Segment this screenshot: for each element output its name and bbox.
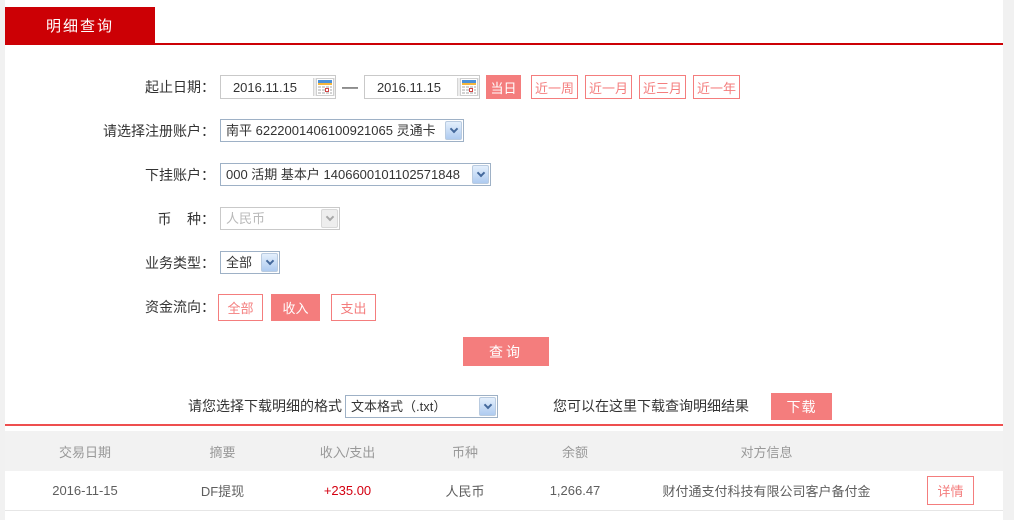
cell-amount: +235.00 [323,483,372,498]
detail-button[interactable]: 详情 [927,476,974,505]
table-row: 2016-11-15 DF提现 +235.00 人民币 1,266.47 财付通… [5,471,1003,511]
register-account-value: 南平 6222001406100921065 灵通卡 [226,123,436,138]
download-format-label: 请您选择下载明细的格式 [188,398,342,414]
calendar-glyph [460,78,478,96]
fund-flow-button-all[interactable]: 全部 [218,294,263,321]
header-counterparty: 对方信息 [740,444,793,460]
tab-detail-query[interactable]: 明细查询 [5,7,155,43]
fund-flow-button-income[interactable]: 收入 [271,294,320,321]
cell-currency: 人民币 [445,484,485,499]
sub-account-row: 下挂账户： 000 活期 基本户 1406600101102571848 [5,163,1003,189]
sub-account-label: 下挂账户： [145,167,215,183]
header-summary: 摘要 [209,444,236,460]
query-button[interactable]: 查询 [463,337,549,366]
header-balance: 余额 [561,444,588,460]
register-account-row: 请选择注册账户： 南平 6222001406100921065 灵通卡 [5,119,1003,145]
cell-summary: DF提现 [200,484,245,499]
quick-range-button-today[interactable]: 当日 [486,75,521,99]
chevron-down-icon [472,165,489,184]
content-panel: 明细查询 起止日期： — 当日 近一周 近一月 近三月 近一年 请选择注册账户：… [5,0,1003,520]
chevron-down-icon [445,121,462,140]
business-type-select[interactable]: 全部 [220,251,280,274]
currency-select: 人民币 [220,207,340,230]
download-button[interactable]: 下载 [771,393,832,420]
table-top-divider [5,424,1003,426]
fund-flow-label: 资金流向： [145,299,215,315]
quick-range-button-week[interactable]: 近一周 [531,75,578,99]
sub-account-value: 000 活期 基本户 1406600101102571848 [226,167,460,182]
business-type-value: 全部 [226,255,253,270]
calendar-glyph [316,78,334,96]
page-background: { "tab": { "label": "明细查询" }, "form": { … [0,0,1014,520]
chevron-down-icon [261,253,278,272]
quick-range-button-month[interactable]: 近一月 [585,75,632,99]
date-range-row: 起止日期： — 当日 近一周 近一月 近三月 近一年 [5,75,1003,101]
cell-trade-date: 2016-11-15 [52,483,118,498]
table-header-row: 交易日期 摘要 收入/支出 币种 余额 对方信息 [5,431,1003,471]
cell-balance: 1,266.47 [549,483,601,498]
currency-row: 币 种： 人民币 [5,207,1003,233]
download-format-select[interactable]: 文本格式（.txt） [345,395,498,418]
end-date-calendar-icon[interactable] [457,78,479,96]
start-date-calendar-icon[interactable] [313,78,335,96]
header-in-out: 收入/支出 [319,444,376,460]
download-format-value: 文本格式（.txt） [351,399,447,414]
currency-value: 人民币 [226,211,266,226]
sub-account-select[interactable]: 000 活期 基本户 1406600101102571848 [220,163,491,186]
header-trade-date: 交易日期 [58,444,111,460]
business-type-label: 业务类型： [145,255,215,271]
register-account-select[interactable]: 南平 6222001406100921065 灵通卡 [220,119,464,142]
fund-flow-button-expense[interactable]: 支出 [331,294,376,321]
date-range-label: 起止日期： [145,79,215,95]
cell-actions: 详情 [898,476,1003,505]
tab-underline-divider [5,43,1003,45]
business-type-row: 业务类型： 全部 [5,251,1003,277]
chevron-down-icon [479,397,496,416]
header-currency: 币种 [451,444,478,460]
register-account-label: 请选择注册账户： [103,123,215,139]
currency-label: 币 种： [157,211,215,227]
download-row: 请您选择下载明细的格式 文本格式（.txt） 您可以在这里下载查询明细结果 下载 [5,393,1003,420]
fund-flow-row: 资金流向： 全部 收入 支出 [5,294,1003,321]
date-range-separator: — [342,79,358,96]
download-hint-text: 您可以在这里下载查询明细结果 [553,398,749,414]
quick-range-button-quarter[interactable]: 近三月 [639,75,686,99]
cell-counterparty: 财付通支付科技有限公司客户备付金 [662,484,871,499]
chevron-down-icon [321,209,338,228]
quick-range-button-year[interactable]: 近一年 [693,75,740,99]
